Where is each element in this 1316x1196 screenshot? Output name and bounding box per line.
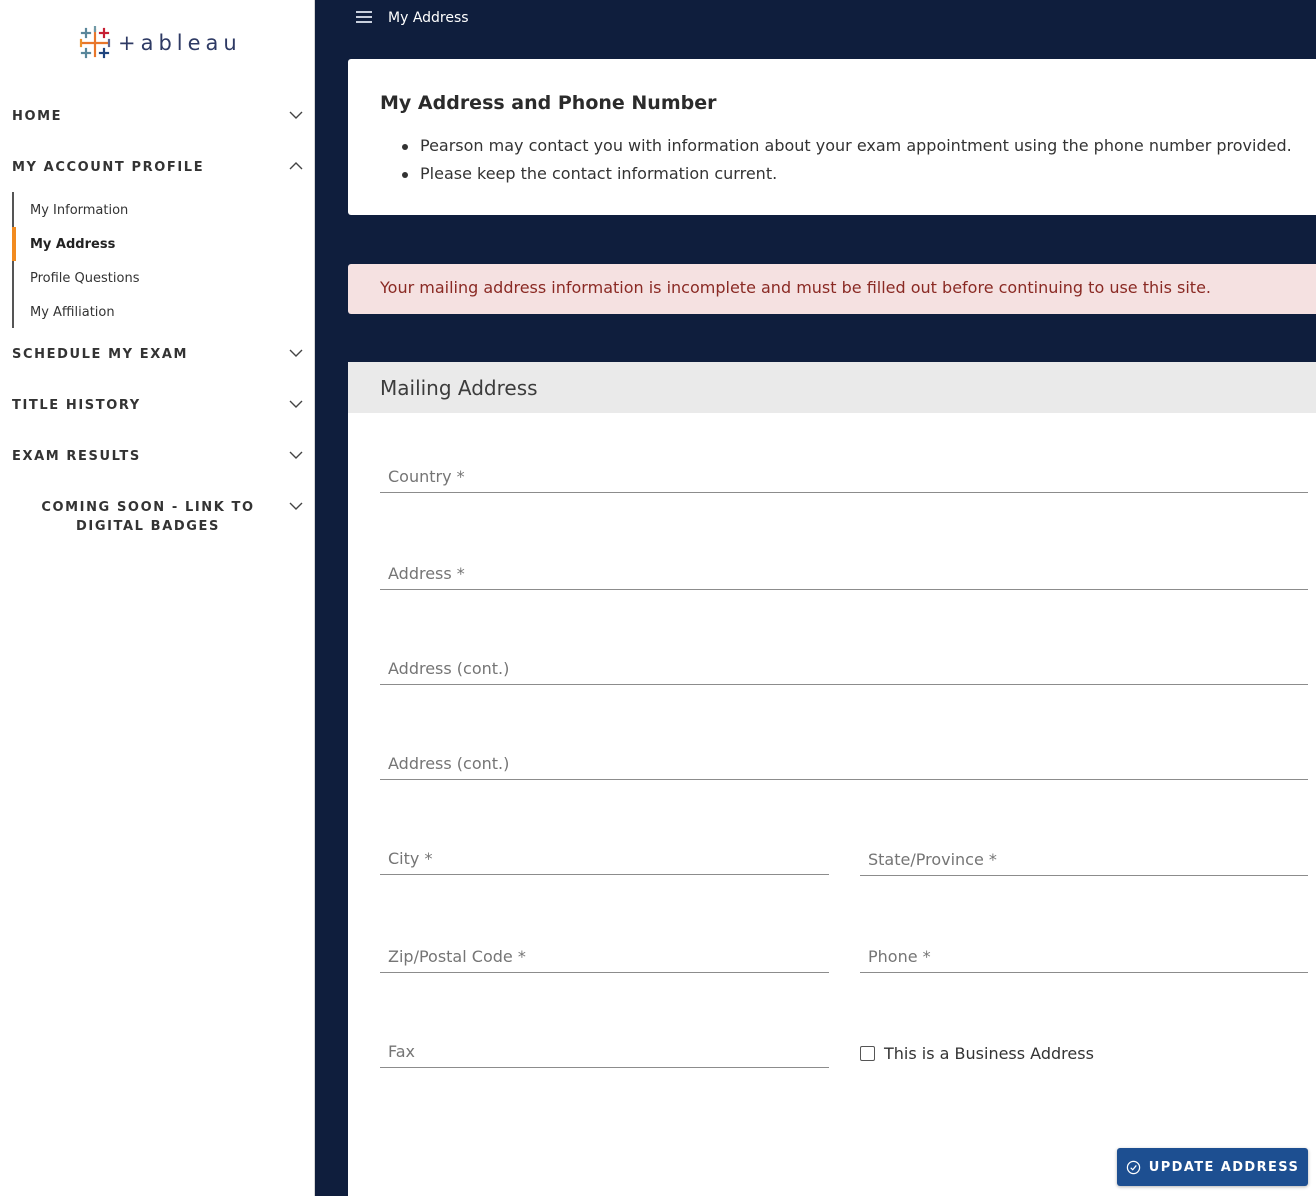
fax-field xyxy=(380,1036,829,1068)
nav-exam-results[interactable]: EXAM RESULTS xyxy=(12,447,304,466)
subnav-item-my-affiliation[interactable]: My Affiliation xyxy=(14,295,294,329)
info-title: My Address and Phone Number xyxy=(380,92,717,114)
address-field xyxy=(380,558,1308,590)
zip-input[interactable] xyxy=(380,941,829,972)
subnav-item-label: My Affiliation xyxy=(30,304,115,320)
update-address-button[interactable]: UPDATE ADDRESS xyxy=(1117,1148,1308,1186)
nav-home-label: HOME xyxy=(12,109,63,124)
city-field xyxy=(380,843,829,875)
info-card: My Address and Phone Number Pearson may … xyxy=(348,59,1316,215)
subnav-item-profile-questions[interactable]: Profile Questions xyxy=(14,261,294,295)
mailing-address-form: Mailing Address This is a Business Addre… xyxy=(348,362,1316,1196)
nav-my-account-profile[interactable]: MY ACCOUNT PROFILE xyxy=(12,158,304,177)
address-cont-input-1[interactable] xyxy=(380,653,1308,684)
nav-title-history[interactable]: TITLE HISTORY xyxy=(12,396,304,415)
form-title: Mailing Address xyxy=(380,376,538,400)
logo-wordmark: +ableau xyxy=(118,31,242,55)
nav-schedule-my-exam-label: SCHEDULE MY EXAM xyxy=(12,347,189,362)
info-bullet: Pearson may contact you with information… xyxy=(402,132,1292,160)
nav-exam-results-label: EXAM RESULTS xyxy=(12,449,141,464)
phone-field xyxy=(860,941,1308,973)
subnav-item-label: My Address xyxy=(30,236,116,252)
check-circle-icon xyxy=(1126,1160,1140,1174)
address-cont-input-2[interactable] xyxy=(380,748,1308,779)
subnav-item-my-address[interactable]: My Address xyxy=(12,227,294,261)
country-input[interactable] xyxy=(380,461,1308,492)
subnav-item-label: Profile Questions xyxy=(30,270,140,286)
top-bar: My Address xyxy=(316,0,1316,38)
nav-digital-badges-label: COMING SOON - LINK TO DIGITAL BADGES xyxy=(41,500,255,534)
state-field xyxy=(860,844,1308,876)
nav-title-history-label: TITLE HISTORY xyxy=(12,398,141,413)
chevron-down-icon xyxy=(289,502,303,510)
subnav-item-my-information[interactable]: My Information xyxy=(14,193,294,227)
chevron-down-icon xyxy=(289,451,303,459)
account-profile-subnav: My Information My Address Profile Questi… xyxy=(12,192,302,328)
nav-my-account-profile-label: MY ACCOUNT PROFILE xyxy=(12,160,205,175)
tableau-logo-icon xyxy=(79,26,111,59)
chevron-down-icon xyxy=(289,400,303,408)
address-cont-field-2 xyxy=(380,748,1308,780)
phone-input[interactable] xyxy=(860,941,1308,972)
business-address-checkbox[interactable] xyxy=(860,1046,875,1061)
alert-text: Your mailing address information is inco… xyxy=(380,278,1211,297)
update-address-label: UPDATE ADDRESS xyxy=(1148,1159,1300,1175)
nav-schedule-my-exam[interactable]: SCHEDULE MY EXAM xyxy=(12,345,304,364)
business-address-label: This is a Business Address xyxy=(884,1044,1094,1063)
info-bullets: Pearson may contact you with information… xyxy=(402,132,1292,188)
tableau-logo[interactable]: +ableau xyxy=(78,26,242,60)
city-input[interactable] xyxy=(380,843,829,874)
fax-input[interactable] xyxy=(380,1036,829,1067)
country-field xyxy=(380,461,1308,493)
nav-home[interactable]: HOME xyxy=(12,107,304,126)
page-breadcrumb: My Address xyxy=(388,10,469,26)
chevron-up-icon xyxy=(289,162,303,170)
address-input[interactable] xyxy=(380,558,1308,589)
state-input[interactable] xyxy=(860,844,1308,875)
sidebar: +ableau HOME MY ACCOUNT PROFILE My Infor… xyxy=(0,0,315,1196)
nav-digital-badges[interactable]: COMING SOON - LINK TO DIGITAL BADGES xyxy=(12,498,304,536)
info-bullet: Please keep the contact information curr… xyxy=(402,160,1292,188)
hamburger-menu-icon[interactable] xyxy=(356,11,372,25)
zip-field xyxy=(380,941,829,973)
subnav-item-label: My Information xyxy=(30,202,129,218)
address-cont-field-1 xyxy=(380,653,1308,685)
chevron-down-icon xyxy=(289,111,303,119)
incomplete-address-alert: Your mailing address information is inco… xyxy=(348,264,1316,314)
chevron-down-icon xyxy=(289,349,303,357)
business-address-option[interactable]: This is a Business Address xyxy=(860,1044,1094,1063)
form-header: Mailing Address xyxy=(348,362,1316,413)
